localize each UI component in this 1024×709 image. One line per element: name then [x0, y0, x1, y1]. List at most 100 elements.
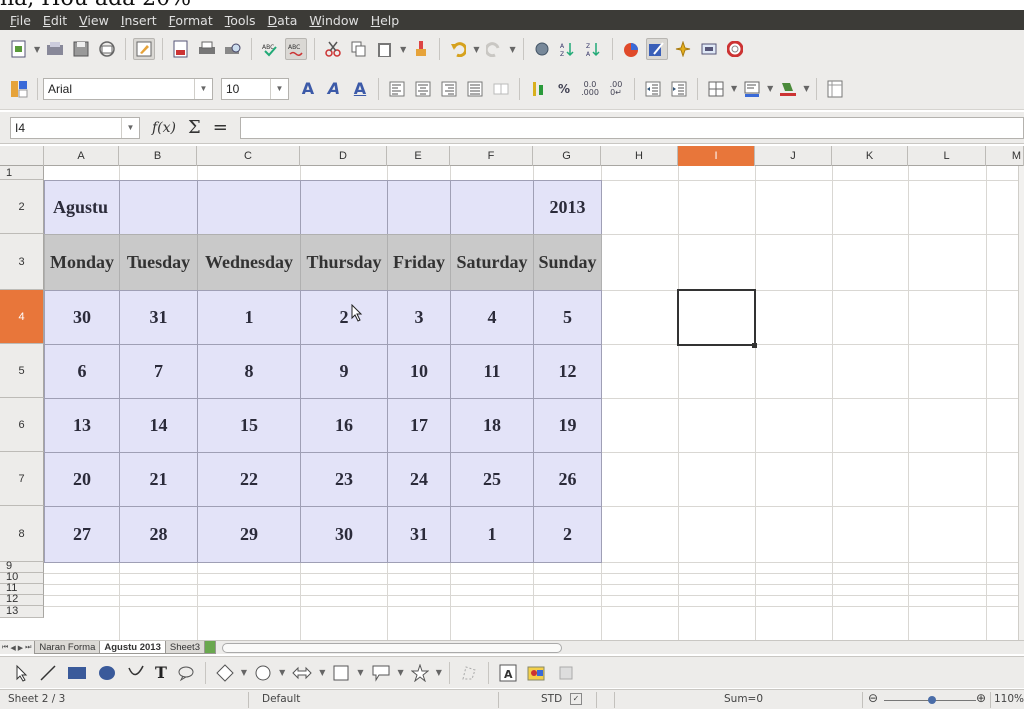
last-sheet-icon[interactable]: ⏭	[25, 644, 31, 652]
basic-shapes-dropdown-icon[interactable]: ▼	[241, 668, 247, 677]
paste-dropdown-icon[interactable]: ▼	[400, 45, 406, 54]
sort-descending-icon[interactable]: ZA	[583, 38, 605, 60]
zoom-out-icon[interactable]: ⊖	[868, 691, 878, 705]
column-header-j[interactable]: J	[755, 146, 832, 166]
calendar-month-cell[interactable]: Agustu	[44, 180, 120, 235]
points-icon[interactable]	[460, 664, 478, 682]
weekday-header-tuesday[interactable]: Tuesday	[119, 234, 198, 291]
calendar-day-cell[interactable]: 31	[119, 290, 198, 345]
calendar-day-cell[interactable]: 30	[300, 506, 388, 563]
calendar-day-cell[interactable]: 8	[197, 344, 301, 399]
calendar-cell-empty[interactable]	[119, 180, 198, 235]
redo-dropdown-icon[interactable]: ▼	[509, 45, 515, 54]
row-header-7[interactable]: 7	[0, 452, 44, 506]
borders-dropdown-icon[interactable]: ▼	[731, 84, 737, 93]
symbol-shapes-icon[interactable]	[254, 664, 272, 682]
underline-icon[interactable]: A	[349, 78, 371, 100]
calendar-day-cell[interactable]: 29	[197, 506, 301, 563]
toggle-grid-icon[interactable]	[824, 78, 846, 100]
menu-edit[interactable]: Edit	[37, 13, 73, 28]
flowchart-icon[interactable]	[332, 664, 350, 682]
row-header-4[interactable]: 4	[0, 290, 44, 344]
calendar-day-cell[interactable]: 18	[450, 398, 534, 453]
calendar-day-cell[interactable]: 24	[387, 452, 451, 507]
calendar-cell-empty[interactable]	[387, 180, 451, 235]
column-header-k[interactable]: K	[832, 146, 908, 166]
zoom-slider-knob[interactable]	[928, 696, 936, 704]
fill-handle[interactable]	[752, 343, 757, 348]
calendar-day-cell[interactable]: 4	[450, 290, 534, 345]
row-header-8[interactable]: 8	[0, 506, 44, 562]
print-preview-icon[interactable]	[222, 38, 244, 60]
active-cell-i4[interactable]	[677, 289, 756, 346]
ellipse-icon[interactable]	[97, 665, 117, 681]
menu-insert[interactable]: Insert	[115, 13, 163, 28]
extrusion-icon[interactable]	[557, 664, 575, 682]
calendar-day-cell[interactable]: 20	[44, 452, 120, 507]
clone-formatting-icon[interactable]	[410, 38, 432, 60]
calendar-cell-empty[interactable]	[450, 180, 534, 235]
calendar-day-cell[interactable]: 19	[533, 398, 602, 453]
weekday-header-thursday[interactable]: Thursday	[300, 234, 388, 291]
menu-view[interactable]: View	[73, 13, 115, 28]
borders-icon[interactable]	[705, 78, 727, 100]
menu-format[interactable]: Format	[163, 13, 219, 28]
gallery-icon[interactable]	[698, 38, 720, 60]
formula-input[interactable]	[239, 116, 1024, 139]
stars-icon[interactable]	[410, 663, 429, 682]
justify-icon[interactable]	[464, 78, 486, 100]
percent-format-icon[interactable]: %	[553, 78, 575, 100]
column-header-i[interactable]: I	[678, 146, 755, 166]
calendar-day-cell[interactable]: 11	[450, 344, 534, 399]
column-header-e[interactable]: E	[387, 146, 450, 166]
horizontal-scrollbar[interactable]	[222, 642, 562, 653]
row-header-13[interactable]: 13	[0, 605, 44, 618]
autospellcheck-icon[interactable]: ABC	[285, 38, 308, 60]
menu-data[interactable]: Data	[262, 13, 304, 28]
background-dropdown-icon[interactable]: ▼	[767, 84, 773, 93]
chevron-down-icon[interactable]: ▼	[121, 117, 139, 138]
rectangle-icon[interactable]	[67, 665, 87, 681]
first-sheet-icon[interactable]: ⏮	[2, 644, 8, 652]
calendar-day-cell[interactable]: 1	[197, 290, 301, 345]
sort-ascending-icon[interactable]: AZ	[557, 38, 579, 60]
basic-shapes-icon[interactable]	[216, 663, 234, 682]
insert-image-icon[interactable]	[527, 664, 547, 682]
weekday-header-monday[interactable]: Monday	[44, 234, 120, 291]
calendar-day-cell[interactable]: 22	[197, 452, 301, 507]
callouts-shapes-icon[interactable]	[371, 664, 391, 682]
calendar-day-cell[interactable]: 25	[450, 452, 534, 507]
weekday-header-saturday[interactable]: Saturday	[450, 234, 534, 291]
stars-dropdown-icon[interactable]: ▼	[436, 668, 442, 677]
text-icon[interactable]: T	[155, 663, 167, 682]
column-header-m[interactable]: M	[986, 146, 1024, 166]
print-icon[interactable]	[196, 38, 218, 60]
weekday-header-wednesday[interactable]: Wednesday	[197, 234, 301, 291]
function-icon[interactable]: =	[213, 117, 228, 138]
navigator-icon[interactable]	[672, 38, 694, 60]
redo-icon[interactable]	[483, 38, 505, 60]
calendar-day-cell[interactable]: 10	[387, 344, 451, 399]
templates-icon[interactable]	[44, 38, 66, 60]
calendar-day-cell[interactable]: 31	[387, 506, 451, 563]
column-header-f[interactable]: F	[450, 146, 533, 166]
calendar-day-cell[interactable]: 15	[197, 398, 301, 453]
column-header-b[interactable]: B	[119, 146, 197, 166]
chevron-down-icon[interactable]: ▼	[270, 78, 288, 99]
block-arrows-icon[interactable]	[292, 665, 312, 681]
select-arrow-icon[interactable]	[15, 664, 29, 682]
selection-mode[interactable]: STD	[541, 693, 562, 705]
weekday-header-sunday[interactable]: Sunday	[533, 234, 602, 291]
calendar-day-cell[interactable]: 12	[533, 344, 602, 399]
row-header-3[interactable]: 3	[0, 234, 44, 290]
spellcheck-icon[interactable]: ABC	[259, 38, 281, 60]
font-size-box[interactable]: 10 ▼	[221, 77, 289, 100]
calendar-day-cell[interactable]: 14	[119, 398, 198, 453]
merge-cells-icon[interactable]	[490, 78, 512, 100]
undo-dropdown-icon[interactable]: ▼	[473, 45, 479, 54]
paste-icon[interactable]	[374, 38, 396, 60]
calendar-day-cell[interactable]: 21	[119, 452, 198, 507]
calendar-day-cell[interactable]: 30	[44, 290, 120, 345]
calendar-day-cell[interactable]: 26	[533, 452, 602, 507]
function-wizard-icon[interactable]: f(x)	[152, 120, 176, 136]
